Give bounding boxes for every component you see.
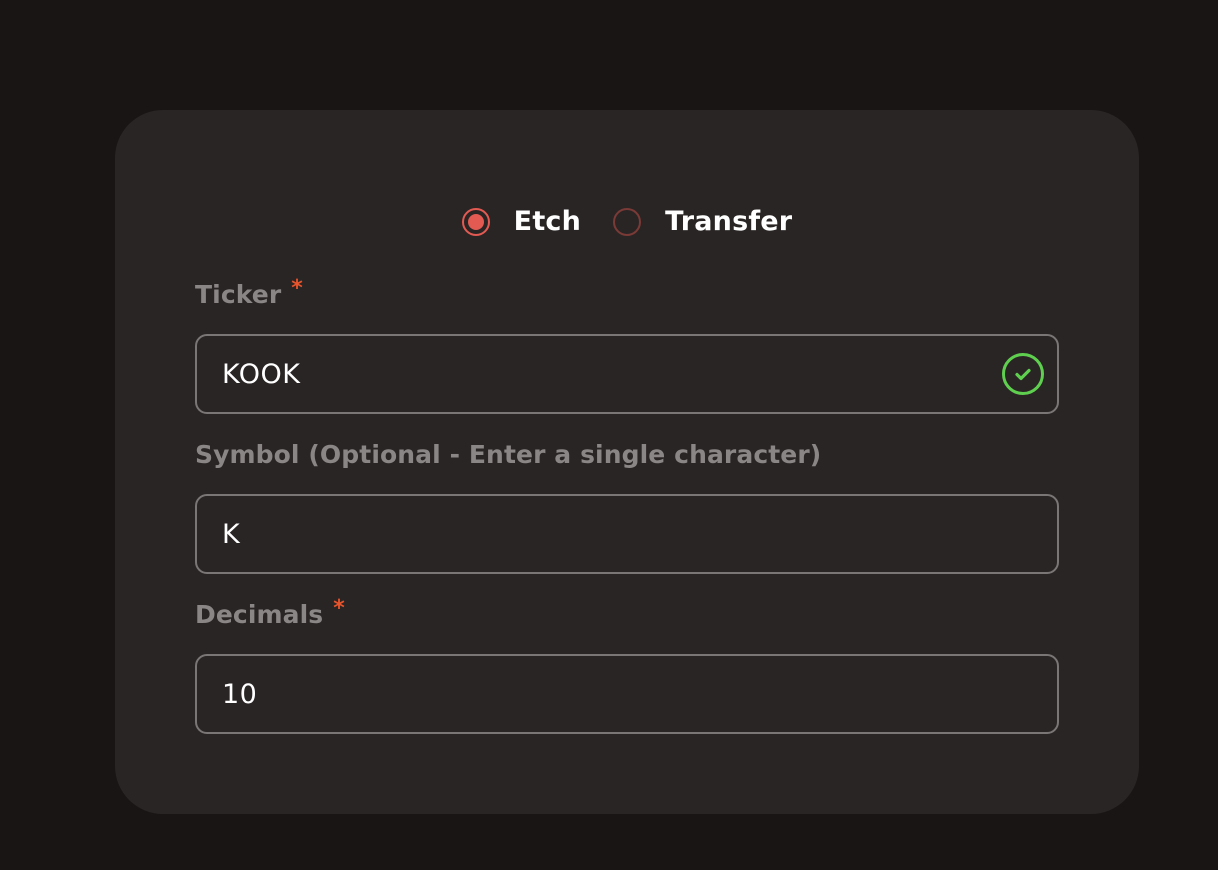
radio-label-transfer: Transfer: [665, 206, 793, 237]
radio-button-etch[interactable]: [461, 207, 490, 236]
symbol-label: Symbol (Optional - Enter a single charac…: [195, 440, 821, 469]
ticker-label: Ticker *: [195, 276, 303, 310]
symbol-input[interactable]: K: [195, 494, 1059, 574]
decimals-label: Decimals *: [195, 596, 345, 630]
mode-radio-group: Etch Transfer: [115, 206, 1139, 237]
radio-label-etch: Etch: [513, 206, 582, 237]
ticker-input-value[interactable]: KOOK: [222, 359, 300, 390]
radio-option-transfer[interactable]: Transfer: [613, 206, 792, 237]
ticker-label-text: Ticker: [195, 280, 282, 309]
decimals-input[interactable]: 10: [195, 654, 1059, 734]
decimals-label-text: Decimals: [195, 600, 324, 629]
symbol-input-value[interactable]: K: [222, 519, 240, 550]
etch-form-card: Etch Transfer Ticker * KOOK Symbol (Opti…: [115, 110, 1139, 814]
decimals-input-value[interactable]: 10: [222, 679, 257, 710]
required-asterisk: *: [333, 596, 345, 621]
ticker-input[interactable]: KOOK: [195, 334, 1059, 414]
radio-option-etch[interactable]: Etch: [461, 206, 582, 237]
required-asterisk: *: [291, 276, 303, 301]
radio-button-transfer[interactable]: [613, 207, 642, 236]
symbol-label-text: Symbol (Optional - Enter a single charac…: [195, 440, 822, 469]
check-circle-icon: [1002, 353, 1044, 395]
